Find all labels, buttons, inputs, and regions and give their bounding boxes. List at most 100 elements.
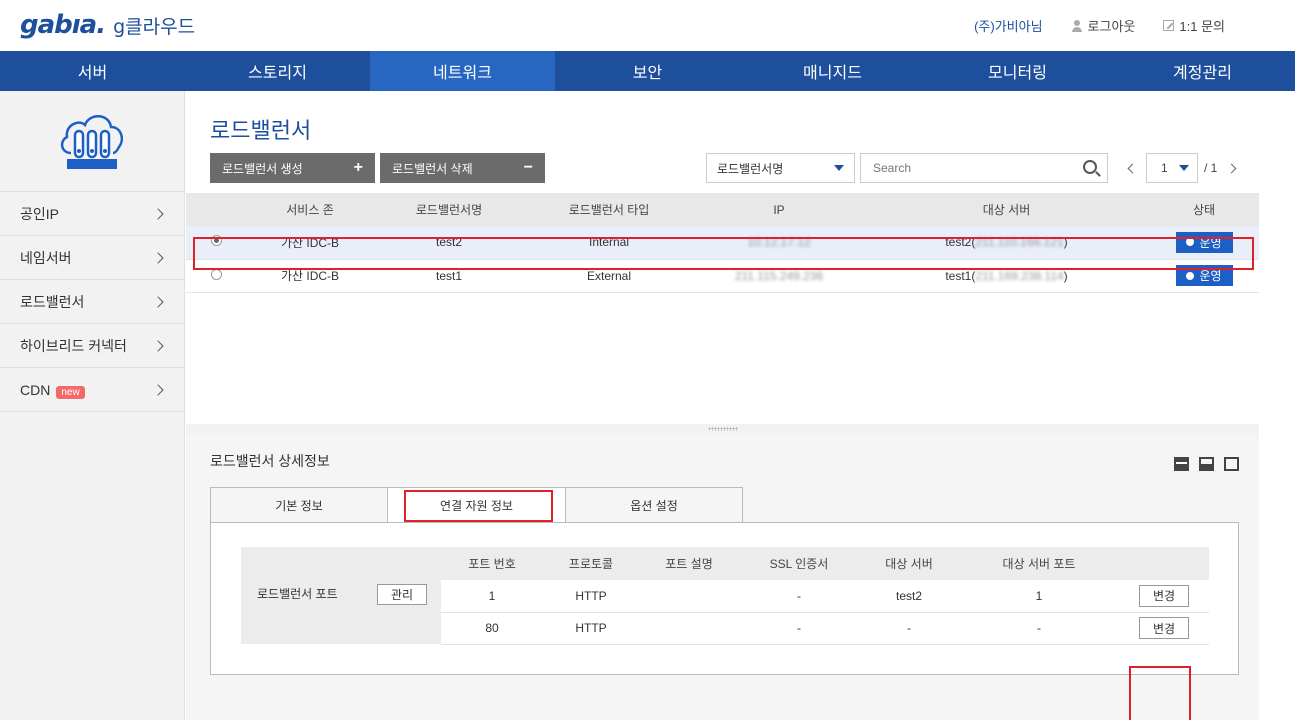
logo-text: gabıa. [20,10,106,40]
logo-subtext: g클라우드 [113,16,196,38]
detail-tabs: 기본 정보 연결 자원 정보 옵션 설정 [210,487,743,523]
port-number: 1 [441,580,543,613]
chevron-right-icon [152,295,164,308]
delete-button-label: 로드밸런서 삭제 [392,161,473,176]
sidebar-item-label: CDN [20,381,51,398]
table-header-row: 서비스 존 로드밸런서명 로드밸런서 타입 IP 대상 서버 상태 [186,193,1259,226]
row-status-cell: 운영 [1149,259,1259,293]
chevron-right-icon [152,251,164,264]
tab-connected-resources[interactable]: 연결 자원 정보 [387,487,565,523]
status-dot-icon [1186,271,1195,280]
split-panel-icon[interactable] [1199,457,1214,471]
col-ssl: SSL 인증서 [739,547,859,580]
grip-icon [707,427,738,431]
nav-managed[interactable]: 매니지드 [740,51,925,91]
port-number: 80 [441,612,543,645]
search-filter-select[interactable]: 로드밸런서명 [706,153,855,183]
change-port-button[interactable]: 변경 [1139,617,1189,639]
col-zone: 서비스 존 [246,193,374,226]
row-radio[interactable] [210,235,222,247]
port-desc [639,612,739,645]
chevron-right-icon [152,339,164,352]
row-target: test1(211.169.238.114) [864,259,1149,293]
sidebar-item-hybrid-connector[interactable]: 하이브리드 커넥터 [0,324,184,368]
sidebar-item-label-wrap: CDN new [20,381,85,399]
sidebar-item-public-ip[interactable]: 공인IP [0,192,184,236]
pagination: 1 / 1 [1124,153,1239,183]
panel-splitter[interactable] [186,424,1259,434]
row-status-cell: 운영 [1149,226,1259,260]
nav-network[interactable]: 네트워크 [370,51,555,91]
sidebar: 공인IP 네임서버 로드밸런서 하이브리드 커넥터 CDN new [0,91,185,720]
col-status: 상태 [1149,193,1259,226]
col-select [186,193,246,226]
nav-account[interactable]: 계정관리 [1110,51,1295,91]
tab-panel-connected-resources: 로드밸런서 포트 관리 포트 번호 프로토콜 포트 설명 SSL 인증서 대상 … [210,522,1239,675]
nav-server[interactable]: 서버 [0,51,185,91]
status-badge: 운영 [1175,231,1233,253]
prev-page-button[interactable] [1124,153,1140,183]
row-ip: 211.115.249.236 [734,268,824,283]
search-input[interactable]: Search [860,153,1108,183]
detail-title: 로드밸런서 상세정보 [210,453,330,469]
chevron-left-icon [1127,163,1137,173]
col-type: 로드밸런서 타입 [524,193,694,226]
main-nav: 서버 스토리지 네트워크 보안 매니지드 모니터링 계정관리 [0,51,1295,91]
nav-storage[interactable]: 스토리지 [185,51,370,91]
row-name: test2 [374,226,524,260]
sidebar-item-label: 네임서버 [20,249,72,266]
logout-label: 로그아웃 [1087,19,1136,34]
sidebar-item-nameserver[interactable]: 네임서버 [0,236,184,280]
search-icon[interactable] [1083,160,1097,174]
create-loadbalancer-button[interactable]: 로드밸런서 생성 + [210,153,375,183]
new-badge: new [56,385,85,399]
port-table: 포트 번호 프로토콜 포트 설명 SSL 인증서 대상 서버 대상 서버 포트 … [441,547,1209,645]
caret-down-icon [1179,165,1189,171]
nav-monitoring[interactable]: 모니터링 [925,51,1110,91]
inquiry-label: 1:1 문의 [1179,19,1225,34]
port-action-cell: 변경 [1119,580,1209,613]
company-name: (주)가비아님 [974,19,1043,34]
col-name: 로드밸런서명 [374,193,524,226]
main-content: 로드밸런서 로드밸런서 생성 + 로드밸런서 삭제 − 로드밸런서명 Searc… [186,91,1259,720]
search-placeholder: Search [873,161,912,175]
row-target-name: test2( [945,235,976,250]
tab-basic-info[interactable]: 기본 정보 [210,487,387,523]
port-ssl: - [739,612,859,645]
gabia-logo[interactable]: gabıa. g클라우드 [20,10,195,40]
status-label: 운영 [1199,235,1222,250]
change-port-button[interactable]: 변경 [1139,584,1189,607]
col-action [1119,547,1209,580]
col-target-port: 대상 서버 포트 [959,547,1119,580]
port-target-port: - [959,612,1119,645]
manage-ports-button[interactable]: 관리 [377,584,427,605]
minimize-panel-icon[interactable] [1174,457,1189,471]
inquiry-link[interactable]: 1:1 문의 [1163,16,1225,35]
sidebar-item-loadbalancer[interactable]: 로드밸런서 [0,280,184,324]
page-current: 1 [1161,161,1168,175]
plus-icon: + [353,159,363,176]
logout-link[interactable]: 로그아웃 [1071,16,1136,35]
delete-loadbalancer-button[interactable]: 로드밸런서 삭제 − [380,153,545,183]
page-title: 로드밸런서 [210,118,312,143]
row-ip: 10.12.17.12 [747,235,811,250]
row-radio[interactable] [210,268,222,280]
header-links: (주)가비아님 로그아웃 1:1 문의 [974,16,1225,35]
row-ip-cell: 211.115.249.236 [694,259,864,293]
filter-value: 로드밸런서명 [717,161,784,176]
tab-option-settings[interactable]: 옵션 설정 [565,487,743,523]
sidebar-item-label: 로드밸런서 [20,293,85,310]
port-protocol: HTTP [543,612,639,645]
maximize-panel-icon[interactable] [1224,457,1239,471]
nav-security[interactable]: 보안 [555,51,740,91]
next-page-button[interactable] [1223,153,1239,183]
sidebar-item-cdn[interactable]: CDN new [0,368,184,412]
minus-icon: − [523,159,533,176]
col-ip: IP [694,193,864,226]
page-select[interactable]: 1 [1146,153,1198,183]
table-row[interactable]: 가산 IDC-B test2 Internal 10.12.17.12 test… [186,226,1259,260]
table-row[interactable]: 가산 IDC-B test1 External 211.115.249.236 … [186,259,1259,293]
loadbalancer-table: 서비스 존 로드밸런서명 로드밸런서 타입 IP 대상 서버 상태 가산 IDC… [186,193,1259,293]
col-port-desc: 포트 설명 [639,547,739,580]
row-type: Internal [524,226,694,260]
